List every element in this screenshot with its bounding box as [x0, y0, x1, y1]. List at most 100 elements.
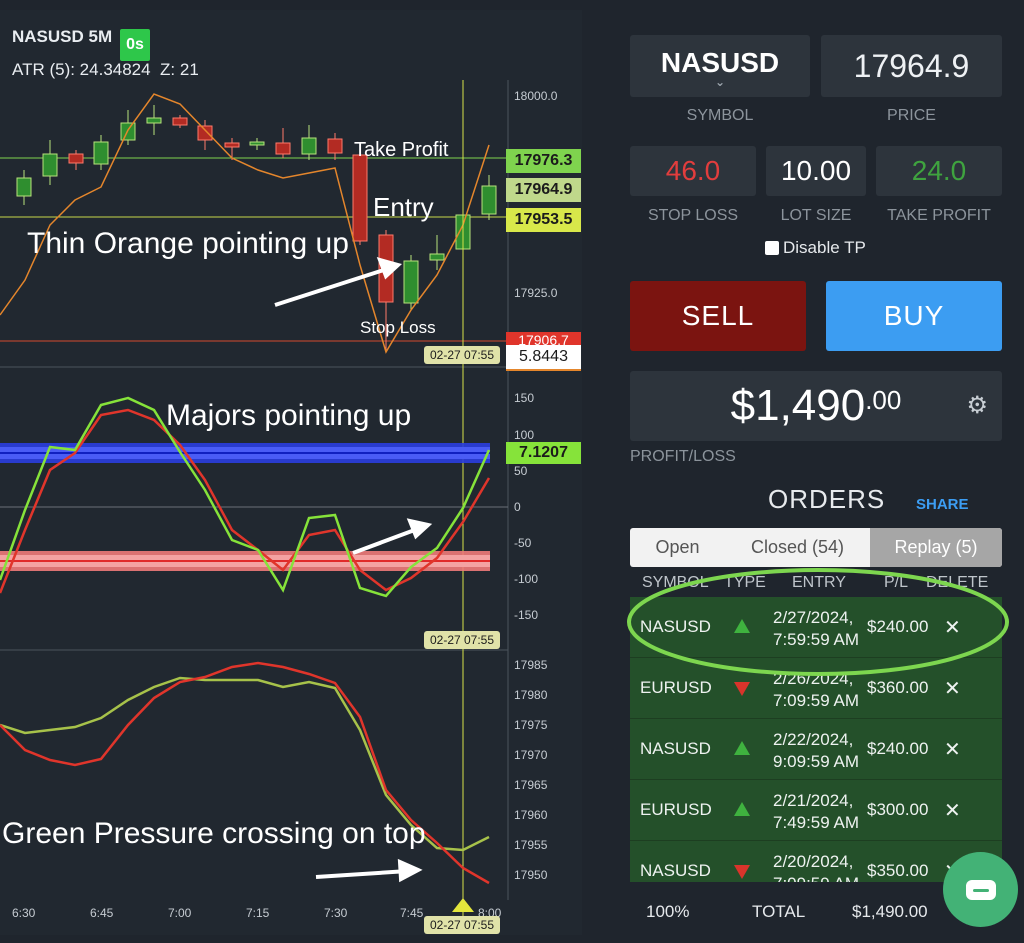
close-icon[interactable]: ✕	[944, 737, 961, 762]
arrow-3	[315, 858, 423, 883]
price-display: 17964.9	[821, 35, 1002, 97]
pressure-tick: 17955	[514, 838, 548, 852]
pressure-tick: 17960	[514, 808, 548, 822]
majors-tick: 100	[514, 428, 535, 442]
annotation-green-pressure: Green Pressure crossing on top	[2, 817, 426, 850]
time-tick: 7:45	[400, 906, 424, 920]
annotation-majors: Majors pointing up	[166, 399, 412, 432]
atr-value: ATR (5): 24.34824	[12, 60, 151, 79]
stop-loss-label: STOP LOSS	[647, 207, 739, 224]
take-profit-label-ticket: TAKE PROFIT	[887, 207, 991, 224]
row-pl: $240.00	[867, 739, 929, 758]
time-tick: 7:15	[246, 906, 270, 920]
symbol-timeframe: NASUSD 5M	[12, 27, 113, 46]
row-entry: 2/22/2024, 9:09:59 AM	[773, 730, 860, 771]
symbol-label: SYMBOL	[686, 107, 754, 124]
thin-orange-line	[0, 93, 490, 354]
footer-total-value: $1,490.00	[852, 902, 928, 921]
table-row[interactable]: NASUSD 2/22/2024, 9:09:59 AM $240.00 ✕	[630, 719, 1002, 780]
disable-tp-label: Disable TP	[783, 238, 866, 257]
buy-arrow-icon	[734, 741, 750, 755]
chat-icon	[965, 879, 996, 900]
entry-label: Entry	[373, 192, 434, 222]
profit-loss-display: $1,490.00 ⚙	[630, 371, 1002, 441]
pressure-tick: 17975	[514, 718, 548, 732]
tab-replay[interactable]: Replay (5)	[870, 528, 1002, 567]
disable-tp-toggle[interactable]: Disable TP	[765, 238, 866, 258]
orders-tabs: Open Closed (54) Replay (5)	[630, 528, 1002, 567]
profit-main: $1,490	[730, 381, 866, 430]
row-symbol: NASUSD	[640, 739, 711, 758]
tab-closed[interactable]: Closed (54)	[725, 528, 870, 567]
take-profit-label: Take Profit	[354, 139, 449, 161]
atr-label: ATR (5): 24.34824 Z: 21	[12, 60, 199, 80]
row-entry: 2/20/2024,7:09:59 AM	[773, 852, 859, 882]
tab-open[interactable]: Open	[630, 528, 725, 567]
majors-tick: 0	[514, 500, 521, 514]
majors-tick: 50	[514, 464, 528, 478]
pressure-tick: 17970	[514, 748, 548, 762]
row-pl: $350.00	[867, 861, 929, 880]
take-profit-tag: 17976.3	[506, 149, 581, 173]
row-entry: 2/21/2024, 7:49:59 AM	[773, 791, 860, 832]
table-row[interactable]: EURUSD 2/21/2024, 7:49:59 AM $300.00 ✕	[630, 780, 1002, 841]
majors-tick: -50	[514, 536, 532, 550]
entry-tag: 17953.5	[506, 208, 581, 232]
row-pl: $360.00	[867, 678, 929, 697]
price-tag: 17964.9	[506, 178, 581, 202]
footer-total-label: TOTAL	[752, 902, 806, 921]
profit-loss-label: PROFIT/LOSS	[630, 448, 736, 465]
sell-button[interactable]: SELL	[630, 281, 806, 351]
price-tick: 17925.0	[514, 286, 558, 300]
buy-arrow-icon	[734, 802, 750, 816]
lot-size-input[interactable]: 10.00	[766, 146, 866, 196]
price-tick: 18000.0	[514, 89, 558, 103]
symbol-selector[interactable]: NASUSD ⌄	[630, 35, 810, 97]
z-value: Z: 21	[160, 60, 199, 79]
timer-badge: 0s	[120, 29, 150, 61]
time-tick: 7:00	[168, 906, 192, 920]
price-label: PRICE	[887, 107, 936, 124]
share-link[interactable]: SHARE	[916, 496, 969, 513]
stop-loss-input[interactable]: 46.0	[630, 146, 756, 196]
majors-tick: -100	[514, 572, 539, 586]
time-tick: 6:45	[90, 906, 114, 920]
highlight-ellipse	[627, 568, 1009, 676]
chart-svg	[0, 80, 509, 920]
pressure-tick: 17985	[514, 658, 548, 672]
checkbox[interactable]	[765, 241, 779, 255]
buy-button[interactable]: BUY	[826, 281, 1002, 351]
profit-cents: .00	[865, 385, 902, 415]
chevron-down-icon: ⌄	[714, 75, 726, 89]
majors-tick: -150	[514, 608, 539, 622]
time-tick: 7:30	[324, 906, 348, 920]
cursor-time-label: 02-27 07:55	[424, 346, 500, 364]
pressure-tick: 17965	[514, 778, 548, 792]
time-tick: 6:30	[12, 906, 36, 920]
annotation-thin-orange: Thin Orange pointing up	[27, 227, 349, 260]
chart-area[interactable]: NASUSD 5M 0s ATR (5): 24.34824 Z: 21 180…	[0, 10, 582, 935]
row-symbol: EURUSD	[640, 800, 712, 819]
row-symbol: NASUSD	[640, 861, 711, 880]
indicator-tag: 5.8443	[506, 345, 581, 371]
take-profit-input[interactable]: 24.0	[876, 146, 1002, 196]
sell-arrow-icon	[734, 682, 750, 696]
majors-tag: 7.1207	[506, 442, 581, 464]
gear-icon[interactable]: ⚙	[966, 391, 988, 420]
majors-tick: 150	[514, 391, 535, 405]
cursor-time-label: 02-27 07:55	[424, 631, 500, 649]
orders-title: ORDERS	[768, 484, 886, 514]
footer-percent: 100%	[646, 902, 690, 921]
chat-button[interactable]	[943, 852, 1018, 927]
close-icon[interactable]: ✕	[944, 798, 961, 823]
stop-loss-label: Stop Loss	[360, 318, 436, 337]
pressure-tick: 17980	[514, 688, 548, 702]
sell-arrow-icon	[734, 865, 750, 879]
row-symbol: EURUSD	[640, 678, 712, 697]
lot-size-label: LOT SIZE	[780, 207, 852, 224]
pressure-tick: 17950	[514, 868, 548, 882]
row-pl: $300.00	[867, 800, 929, 819]
stop-loss-tag: 17906.7	[506, 332, 581, 346]
arrow-2	[352, 518, 433, 555]
cursor-time-label: 02-27 07:55	[424, 916, 500, 934]
